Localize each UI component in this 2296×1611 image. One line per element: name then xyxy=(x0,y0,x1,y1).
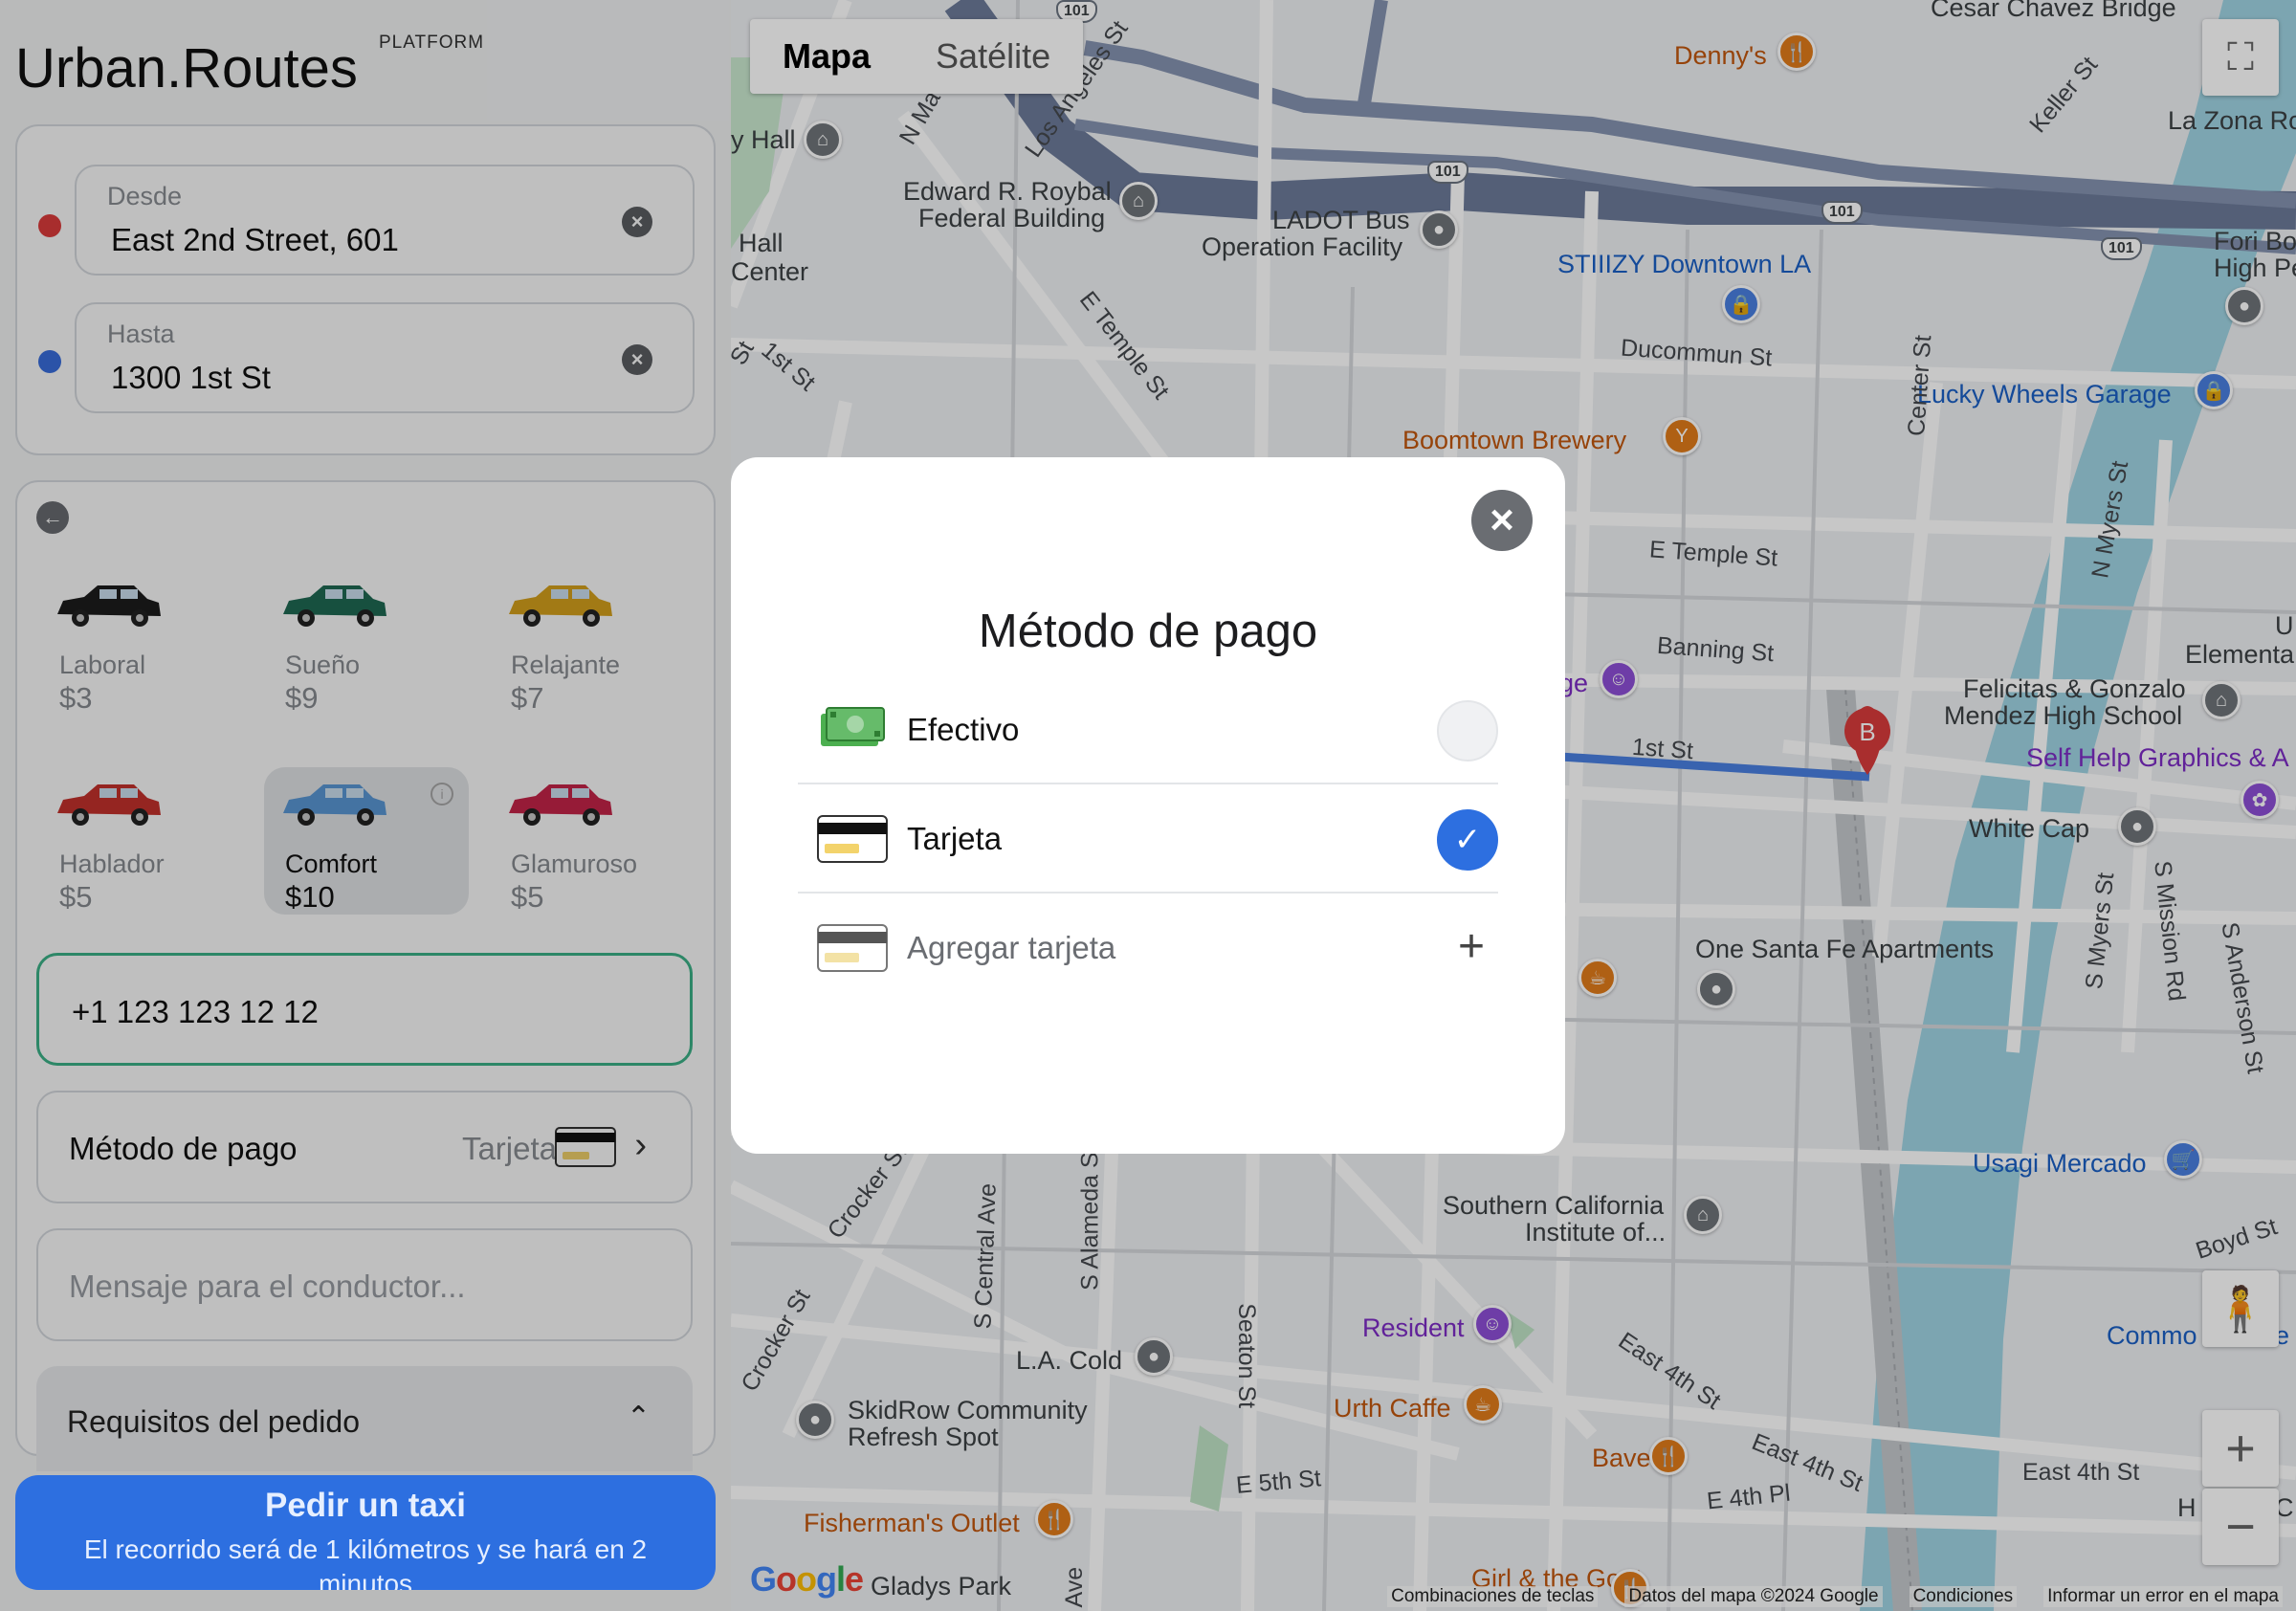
order-panel: Urban.Routes PLATFORM Desde East 2nd Str… xyxy=(0,0,731,1611)
panel-dim-overlay xyxy=(0,0,731,1611)
payment-option-card[interactable]: Tarjeta ✓ xyxy=(798,784,1498,894)
plus-icon[interactable]: + xyxy=(1458,920,1485,973)
payment-option-cash[interactable]: Efectivo xyxy=(798,675,1498,784)
order-subtitle: El recorrido será de 1 kilómetros y se h… xyxy=(83,1534,648,1590)
payment-option-label: Tarjeta xyxy=(907,821,1003,856)
card-icon xyxy=(817,924,888,972)
close-icon[interactable]: × xyxy=(1471,490,1533,551)
checkmark-icon[interactable]: ✓ xyxy=(1437,809,1498,871)
payment-method-modal: × Método de pago Efectivo Tarjeta ✓ Agre… xyxy=(731,457,1565,1154)
add-card-label: Agregar tarjeta xyxy=(907,930,1116,965)
order-taxi-button[interactable]: Pedir un taxi El recorrido será de 1 kil… xyxy=(15,1475,716,1590)
card-icon xyxy=(817,815,888,863)
modal-title: Método de pago xyxy=(978,606,1318,657)
add-card-row[interactable]: Agregar tarjeta + xyxy=(798,894,1498,1003)
cash-icon xyxy=(821,707,885,746)
payment-option-label: Efectivo xyxy=(907,712,1020,747)
cash-radio[interactable] xyxy=(1437,700,1498,761)
order-title: Pedir un taxi xyxy=(264,1487,467,1524)
